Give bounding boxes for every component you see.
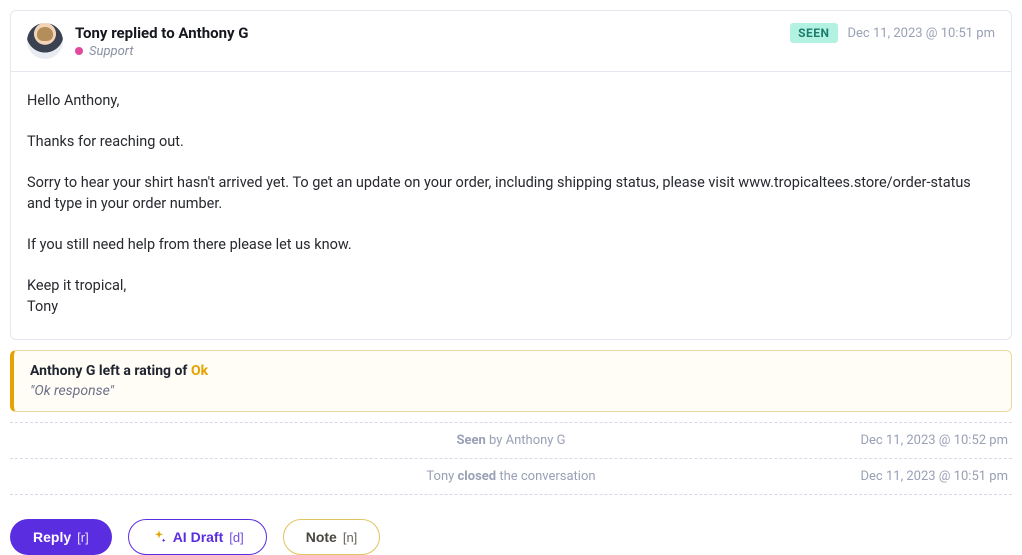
rating-title: Anthony G left a rating of Ok (30, 363, 995, 379)
body-paragraph: Sorry to hear your shirt hasn't arrived … (27, 172, 995, 214)
action-verb: replied to (111, 24, 174, 42)
channel-label: Support (89, 44, 134, 59)
body-paragraph: Thanks for reaching out. (27, 131, 995, 152)
rating-prefix: Anthony G left a rating of (30, 363, 191, 379)
recipient-name: Anthony G (178, 24, 248, 42)
conversation-wrap: Tony replied to Anthony G Support SEEN D… (0, 0, 1022, 555)
note-button[interactable]: Note [n] (283, 519, 381, 555)
ai-draft-shortcut: [d] (229, 530, 243, 545)
message-title: Tony replied to Anthony G (75, 24, 249, 42)
rating-quote: "Ok response" (30, 383, 995, 399)
header-left: Tony replied to Anthony G Support (27, 23, 249, 59)
closed-event-text: Tony closed the conversation (214, 469, 808, 484)
seen-event-row: Seen by Anthony G Dec 11, 2023 @ 10:52 p… (10, 422, 1012, 459)
seen-by: by Anthony G (489, 433, 566, 448)
closed-actor: Tony (426, 469, 457, 484)
ai-draft-button[interactable]: AI Draft [d] (128, 519, 267, 555)
closed-event-row: Tony closed the conversation Dec 11, 202… (10, 459, 1012, 495)
message-card: Tony replied to Anthony G Support SEEN D… (10, 10, 1012, 340)
rating-card: Anthony G left a rating of Ok "Ok respon… (10, 350, 1012, 412)
seen-event-text: Seen by Anthony G (214, 433, 808, 448)
message-header: Tony replied to Anthony G Support SEEN D… (11, 11, 1011, 72)
channel-line: Support (75, 44, 249, 59)
seen-label: Seen (456, 433, 489, 448)
closed-timestamp: Dec 11, 2023 @ 10:51 pm (808, 469, 1008, 484)
channel-dot-icon (75, 47, 83, 55)
reply-button[interactable]: Reply [r] (10, 519, 112, 555)
status-badge: SEEN (790, 23, 837, 43)
author-name: Tony (75, 24, 107, 42)
body-paragraph: Keep it tropical, Tony (27, 275, 995, 317)
header-titles: Tony replied to Anthony G Support (75, 24, 249, 59)
sparkle-icon (151, 529, 167, 545)
ai-draft-label: AI Draft (173, 529, 224, 545)
author-avatar (27, 23, 63, 59)
closed-suffix: the conversation (496, 469, 595, 484)
seen-timestamp: Dec 11, 2023 @ 10:52 pm (808, 433, 1008, 448)
reply-shortcut: [r] (77, 530, 89, 545)
action-bar: Reply [r] AI Draft [d] Note [n] (10, 495, 1012, 555)
closed-verb: closed (458, 469, 497, 484)
message-body: Hello Anthony, Thanks for reaching out. … (11, 72, 1011, 339)
body-paragraph: If you still need help from there please… (27, 234, 995, 255)
header-right: SEEN Dec 11, 2023 @ 10:51 pm (790, 23, 995, 43)
message-timestamp: Dec 11, 2023 @ 10:51 pm (848, 26, 996, 41)
body-paragraph: Hello Anthony, (27, 90, 995, 111)
reply-label: Reply (33, 529, 71, 545)
note-shortcut: [n] (343, 530, 357, 545)
rating-value: Ok (191, 363, 208, 379)
note-label: Note (306, 529, 337, 545)
